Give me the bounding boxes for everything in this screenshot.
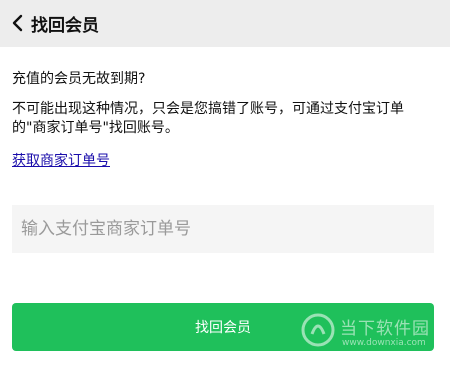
chevron-left-icon[interactable] [8,13,28,33]
recover-membership-label: 找回会员 [195,320,251,336]
faq-answer: 不可能出现这种情况，只会是您搞错了账号，可通过支付宝订单的"商家订单号"找回账号… [12,101,404,136]
page-title: 找回会员 [31,15,99,36]
order-number-input[interactable] [12,205,434,253]
faq-question: 充值的会员无故到期? [12,71,146,87]
page: 找回会员 充值的会员无故到期? 不可能出现这种情况，只会是您搞错了账号，可通过支… [0,0,450,368]
recover-membership-button[interactable]: 找回会员 [12,303,434,351]
header-bar: 找回会员 [0,0,450,47]
get-order-number-link[interactable]: 获取商家订单号 [12,150,110,170]
back-button[interactable]: 找回会员 [4,6,104,40]
